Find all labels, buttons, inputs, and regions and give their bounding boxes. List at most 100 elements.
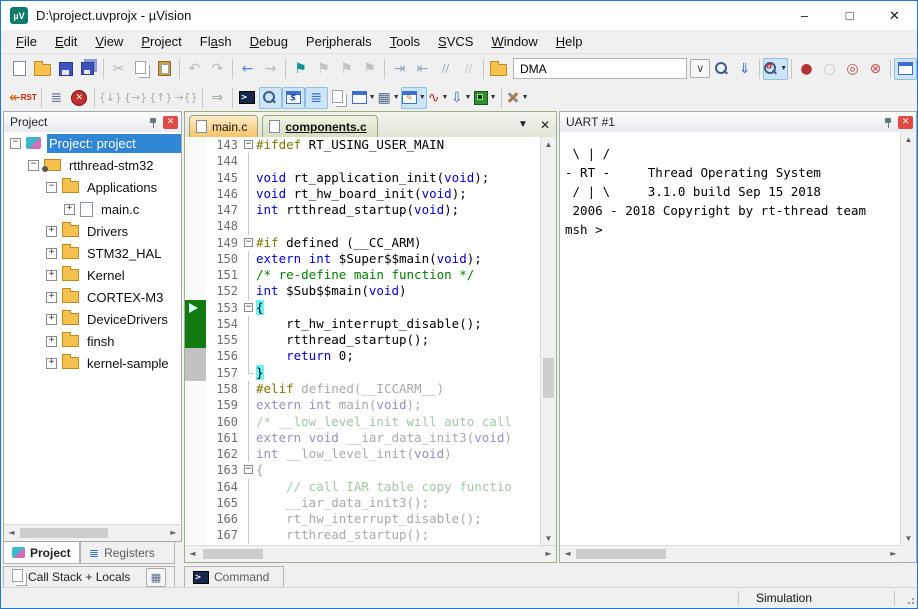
reset-button[interactable]: ↞RST — [8, 87, 38, 109]
editor-margin[interactable] — [185, 365, 206, 381]
code-line-167[interactable]: 167 rtthread_startup(); — [185, 527, 556, 543]
editor-margin[interactable] — [185, 495, 206, 511]
editor-margin[interactable] — [185, 446, 206, 462]
tree-item-rtthread-stm32[interactable]: −rtthread-stm32 — [4, 154, 181, 176]
options-window-button[interactable] — [894, 58, 917, 80]
disable-breakpoint-button[interactable]: ○ — [818, 58, 841, 80]
editor-margin[interactable] — [185, 397, 206, 413]
code-line-151[interactable]: 151/* re-define main function */ — [185, 267, 556, 283]
menu-svcs[interactable]: SVCS — [429, 32, 482, 51]
uart-terminal[interactable]: \ | /- RT - Thread Operating System / | … — [560, 132, 901, 546]
code-line-160[interactable]: 160/* __low_level_init will auto call — [185, 414, 556, 430]
undo-button[interactable]: ↶ — [183, 58, 206, 80]
editor-margin[interactable] — [185, 527, 206, 543]
tree-item-kernel[interactable]: +Kernel — [4, 264, 181, 286]
next-bookmark-button[interactable]: ⚑ — [312, 58, 335, 80]
code-line-154[interactable]: 154 rt_hw_interrupt_disable(); — [185, 316, 556, 332]
editor-margin[interactable] — [185, 186, 206, 202]
call-stack-window-button[interactable] — [328, 87, 351, 109]
copy-button[interactable] — [130, 58, 153, 80]
fold-collapse-icon[interactable]: − — [243, 235, 256, 251]
tab-components-c[interactable]: components.c — [262, 115, 377, 137]
previous-bookmark-button[interactable]: ⚑ — [335, 58, 358, 80]
tree-item-kernel-sample[interactable]: +kernel-sample — [4, 352, 181, 374]
uncomment-button[interactable]: // — [457, 58, 480, 80]
uart-panel-close-icon[interactable]: ✕ — [898, 116, 913, 129]
code-line-152[interactable]: 152int $Sub$$main(void) — [185, 283, 556, 299]
navigate-back-button[interactable]: ← — [236, 58, 259, 80]
fold-collapse-icon[interactable]: − — [243, 462, 256, 478]
pin-icon[interactable] — [883, 117, 894, 128]
symbol-window-button[interactable]: S — [282, 87, 305, 109]
code-line-162[interactable]: 162int __low_level_init(void) — [185, 446, 556, 462]
code-editor[interactable]: 143−#ifdef RT_USING_USER_MAIN144145void … — [185, 137, 556, 546]
run-to-cursor-button[interactable]: →{} — [173, 87, 198, 109]
menu-peripherals[interactable]: Peripherals — [297, 32, 381, 51]
tree-item-stm32-hal[interactable]: +STM32_HAL — [4, 242, 181, 264]
collapse-icon[interactable]: − — [28, 160, 39, 171]
toggle-bookmark-button[interactable]: ⚑ — [289, 58, 312, 80]
editor-margin[interactable] — [185, 414, 206, 430]
step-into-button[interactable]: {↓} — [98, 87, 123, 109]
expand-icon[interactable]: + — [46, 358, 57, 369]
editor-vscrollbar[interactable]: ▲ ▼ — [540, 137, 556, 546]
editor-margin[interactable] — [185, 381, 206, 397]
lookup-button[interactable]: d▼ — [763, 58, 788, 80]
code-line-166[interactable]: 166 rt_hw_interrupt_disable(); — [185, 511, 556, 527]
code-line-144[interactable]: 144 — [185, 153, 556, 169]
code-line-159[interactable]: 159extern int main(void); — [185, 397, 556, 413]
memory-window-button[interactable]: ▦▼ — [377, 87, 401, 109]
code-line-156[interactable]: 156 return 0; — [185, 348, 556, 364]
editor-margin[interactable] — [185, 202, 206, 218]
uart-hscrollbar[interactable]: ◄ ► — [560, 545, 901, 562]
step-out-button[interactable]: {↑} — [148, 87, 173, 109]
unindent-button[interactable]: ⇤ — [411, 58, 434, 80]
fold-collapse-icon[interactable]: − — [243, 137, 256, 153]
editor-close-icon[interactable]: ✕ — [534, 118, 556, 132]
code-line-145[interactable]: 145void rt_application_init(void); — [185, 170, 556, 186]
tab-registers[interactable]: ≣ Registers — [80, 542, 175, 564]
tree-item-project-project[interactable]: −Project: project — [4, 132, 181, 154]
close-button[interactable]: ✕ — [872, 1, 917, 30]
navigate-forward-button[interactable]: → — [259, 58, 282, 80]
tab-main-c[interactable]: main.c — [189, 115, 258, 137]
tab-call-stack-locals[interactable]: Call Stack + Locals ▦ — [3, 566, 175, 588]
editor-margin[interactable] — [185, 251, 206, 267]
step-over-button[interactable]: {→} — [123, 87, 148, 109]
collapse-icon[interactable]: − — [10, 138, 21, 149]
code-line-165[interactable]: 165 __iar_data_init3(); — [185, 495, 556, 511]
find-in-scope-button[interactable] — [487, 58, 510, 80]
tree-item-applications[interactable]: −Applications — [4, 176, 181, 198]
menu-debug[interactable]: Debug — [241, 32, 297, 51]
editor-margin[interactable] — [185, 153, 206, 169]
paste-button[interactable] — [153, 58, 176, 80]
command-window-button[interactable]: > — [236, 87, 259, 109]
fold-collapse-icon[interactable]: − — [243, 300, 256, 316]
menu-view[interactable]: View — [86, 32, 132, 51]
run-button[interactable]: ⇒ — [206, 87, 229, 109]
editor-margin[interactable] — [185, 283, 206, 299]
menu-project[interactable]: Project — [132, 32, 190, 51]
resize-grip[interactable] — [907, 595, 917, 605]
redo-button[interactable]: ↷ — [206, 58, 229, 80]
menu-file[interactable]: File — [7, 32, 46, 51]
expand-icon[interactable]: + — [64, 204, 75, 215]
logic-analyzer-button[interactable]: ∿▼ — [427, 87, 450, 109]
clear-bookmarks-button[interactable]: ⚑ — [358, 58, 381, 80]
code-line-147[interactable]: 147int rtthread_startup(void); — [185, 202, 556, 218]
expand-icon[interactable]: + — [46, 248, 57, 259]
menu-help[interactable]: Help — [547, 32, 592, 51]
watch-window-button[interactable]: ▼ — [351, 87, 377, 109]
stop-debug-button[interactable]: ✕ — [68, 87, 91, 109]
tree-item-cortex-m3[interactable]: +CORTEX-M3 — [4, 286, 181, 308]
editor-margin[interactable] — [185, 479, 206, 495]
new-file-button[interactable] — [8, 58, 31, 80]
kill-all-breakpoints-button[interactable]: ⊗ — [864, 58, 887, 80]
expand-icon[interactable]: + — [46, 270, 57, 281]
editor-margin[interactable] — [185, 218, 206, 234]
code-line-163[interactable]: 163−{ — [185, 462, 556, 478]
tree-item-finsh[interactable]: +finsh — [4, 330, 181, 352]
execution-marker-icon[interactable] — [185, 300, 206, 316]
toolbox-button[interactable]: ▼ — [473, 87, 498, 109]
editor-margin[interactable] — [185, 511, 206, 527]
